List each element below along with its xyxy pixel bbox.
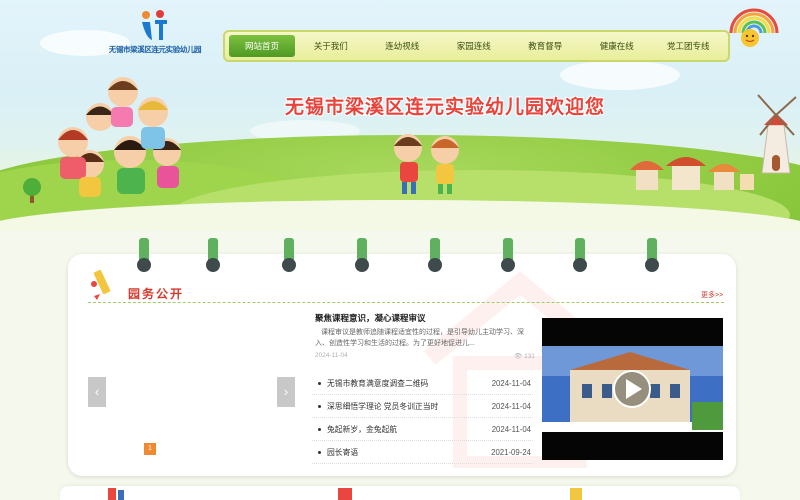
kids-illustration <box>394 134 459 194</box>
bullet-icon <box>318 450 321 454</box>
news-date: 2024-11-04 <box>491 401 531 411</box>
slider-page-indicator[interactable]: 1 <box>144 443 156 455</box>
site-logo[interactable]: 无锡市梁溪区连元实验幼儿园 <box>100 8 210 60</box>
view-count: 131 <box>524 353 535 360</box>
binder-ring <box>501 238 515 272</box>
news-item[interactable]: 深思细悟学理论 党员冬训正当时 2024-11-04 <box>312 395 533 418</box>
news-title[interactable]: 深思细悟学理论 党员冬训正当时 <box>327 401 492 412</box>
video-thumbnail <box>542 346 723 432</box>
crayon-icon <box>570 488 582 500</box>
more-link[interactable]: 更多>> <box>701 290 723 300</box>
section-divider <box>88 302 724 303</box>
binder-ring <box>137 238 151 272</box>
eye-icon: 👁 <box>514 353 523 360</box>
cloud <box>560 60 680 90</box>
nav-item-supervision[interactable]: 教育督导 <box>510 35 582 57</box>
video-player[interactable] <box>542 318 723 460</box>
slider-next-button[interactable]: › <box>277 377 295 407</box>
news-date: 2024-11-04 <box>491 378 531 388</box>
logo-mark-icon <box>142 10 167 40</box>
pencil-icon <box>91 269 111 300</box>
news-item[interactable]: 无锡市教育满意度调查二维码 2024-11-04 <box>312 372 533 395</box>
tree-icon <box>23 178 41 203</box>
next-section-top <box>60 486 740 500</box>
bullet-icon <box>318 404 321 408</box>
nav-item-vision[interactable]: 连幼视线 <box>367 35 439 57</box>
nav-item-home[interactable]: 网站首页 <box>229 35 295 57</box>
nav-item-health[interactable]: 健康在线 <box>581 35 653 57</box>
binder-ring <box>282 238 296 272</box>
windmill-icon <box>757 94 797 174</box>
nav-item-home-school[interactable]: 家园连线 <box>438 35 510 57</box>
binder-ring <box>355 238 369 272</box>
news-date: 2021-09-24 <box>491 447 531 457</box>
news-title[interactable]: 兔起新岁，金兔起航 <box>327 424 492 435</box>
main-nav: 网站首页 关于我们 连幼视线 家园连线 教育督导 健康在线 党工团专线 <box>223 30 730 62</box>
sun-icon <box>741 29 759 47</box>
nav-item-party[interactable]: 党工团专线 <box>653 35 725 57</box>
binder-ring <box>206 238 220 272</box>
news-title[interactable]: 园长寄语 <box>327 447 491 458</box>
featured-article-views: 👁 131 <box>514 352 535 360</box>
featured-article-title[interactable]: 聚焦课程意识，凝心课程审议 <box>315 312 426 324</box>
mushroom-houses-illustration <box>630 157 754 190</box>
news-item[interactable]: 园长寄语 2021-09-24 <box>312 441 533 464</box>
news-item[interactable]: 兔起新岁，金兔起航 2024-11-04 <box>312 418 533 441</box>
logo-text: 无锡市梁溪区连元实验幼儿园 <box>108 45 202 54</box>
news-date: 2024-11-04 <box>491 424 531 434</box>
bullet-icon <box>318 427 321 431</box>
slider-prev-button[interactable]: ‹ <box>88 377 106 407</box>
book-icon <box>338 488 352 500</box>
nav-item-about[interactable]: 关于我们 <box>295 35 367 57</box>
children-illustration <box>58 77 181 197</box>
featured-article-summary: 课程审议是教师追随课程适宜性的过程，是引导幼儿主动学习、深入、创造性学习和生活的… <box>315 329 524 347</box>
welcome-banner-text: 无锡市梁溪区连元实验幼儿园欢迎您 <box>285 97 606 118</box>
section-title: 园务公开 <box>128 287 185 301</box>
binder-ring <box>645 238 659 272</box>
news-title[interactable]: 无锡市教育满意度调查二维码 <box>327 378 492 389</box>
news-list: 无锡市教育满意度调查二维码 2024-11-04 深思细悟学理论 党员冬训正当时… <box>312 372 533 464</box>
binder-ring <box>428 238 442 272</box>
featured-article-date: 2024-11-04 <box>315 352 348 359</box>
header-banner: 无锡市梁溪区连元实验幼儿园 网站首页 关于我们 连幼视线 家园连线 教育督导 健… <box>0 0 800 230</box>
binder-ring <box>573 238 587 272</box>
image-slider[interactable] <box>88 318 295 460</box>
bullet-icon <box>318 381 321 385</box>
pencil-icon <box>108 488 124 500</box>
